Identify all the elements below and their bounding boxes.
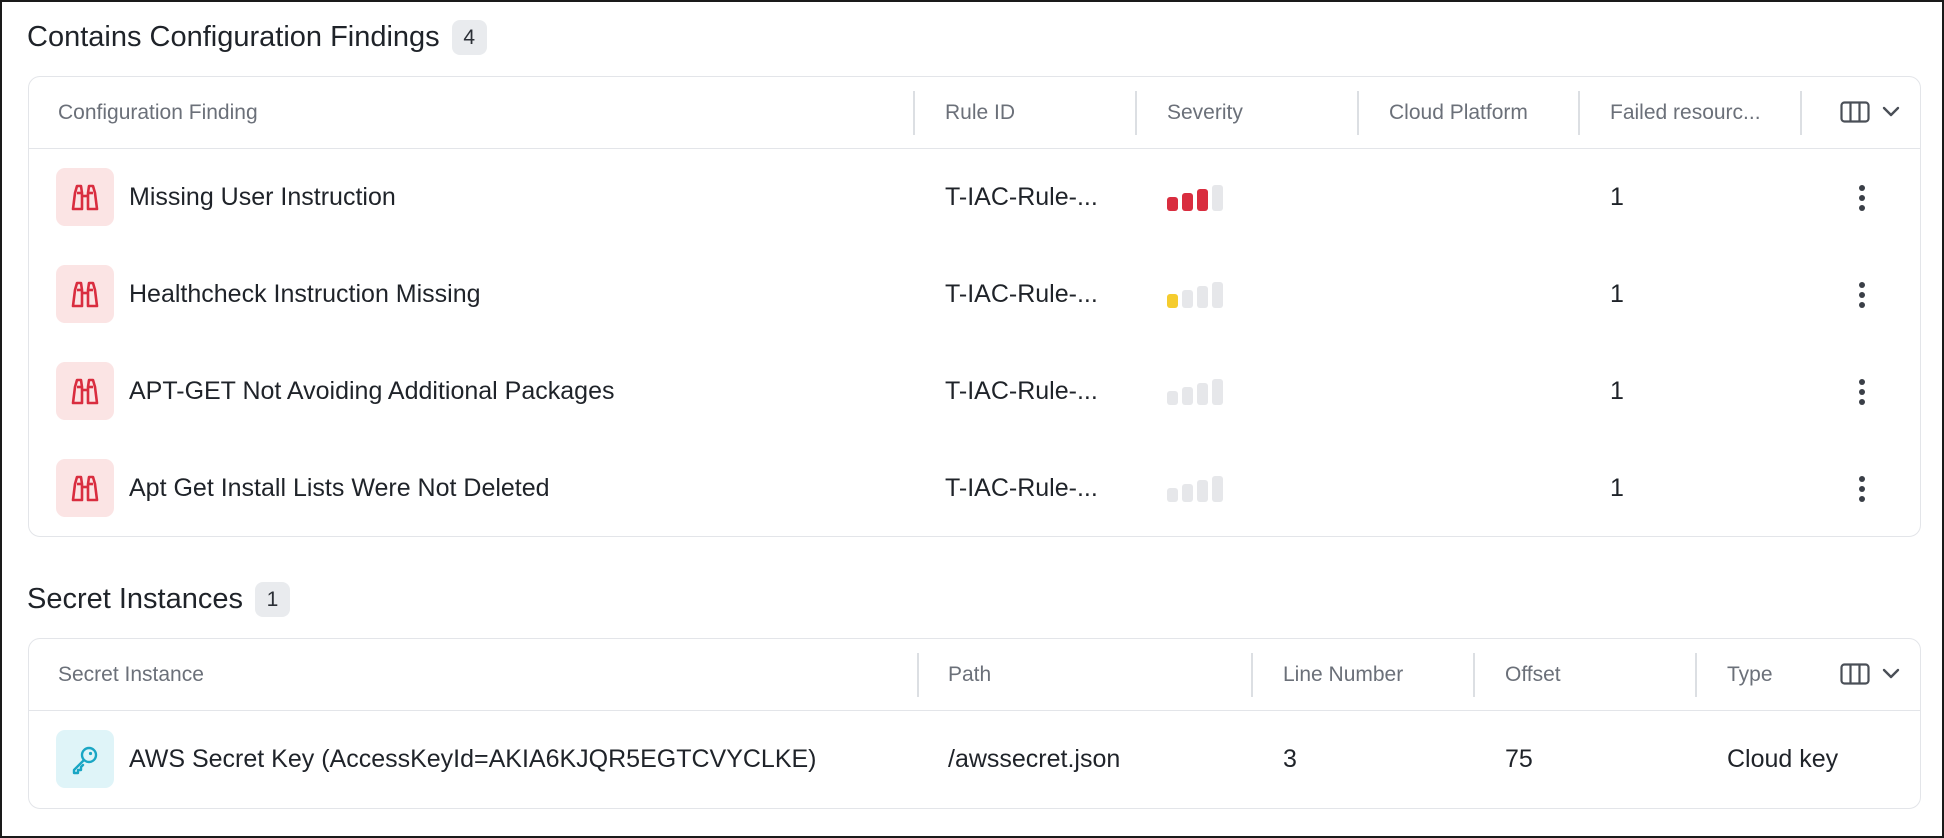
table-row[interactable]: AWS Secret Key (AccessKeyId=AKIA6KJQR5EG… — [29, 711, 1920, 808]
secret-instances-heading: Secret Instances 1 — [27, 582, 290, 617]
severity-bar — [1212, 281, 1223, 308]
severity-bar — [1197, 382, 1208, 405]
secret-table-header: Secret Instance Path Line Number Offset … — [29, 639, 1920, 711]
config-findings-title: Contains Configuration Findings — [27, 21, 440, 53]
config-findings-heading: Contains Configuration Findings 4 — [27, 20, 487, 55]
failed-resources-count: 1 — [1610, 377, 1624, 405]
severity-bar — [1182, 483, 1193, 502]
row-actions-button[interactable] — [1859, 343, 1865, 440]
table-row[interactable]: Missing User Instruction T-IAC-Rule-... 1 — [29, 149, 1920, 246]
column-resize-handle[interactable] — [1473, 653, 1475, 697]
column-picker-button[interactable] — [1840, 663, 1900, 685]
finding-type-icon — [56, 362, 114, 420]
config-findings-table: Configuration Finding Rule ID Severity C… — [28, 76, 1921, 537]
column-header-configuration-finding[interactable]: Configuration Finding — [58, 77, 258, 149]
columns-icon — [1840, 663, 1870, 685]
secret-instances-count-badge: 1 — [255, 582, 290, 617]
rule-id: T-IAC-Rule-... — [945, 474, 1098, 502]
severity-bar — [1167, 390, 1178, 405]
binoculars-icon — [68, 376, 102, 406]
secret-name[interactable]: AWS Secret Key (AccessKeyId=AKIA6KJQR5EG… — [129, 711, 817, 808]
secret-instances-table: Secret Instance Path Line Number Offset … — [28, 638, 1921, 809]
key-icon — [69, 743, 101, 775]
failed-resources-count: 1 — [1610, 280, 1624, 308]
binoculars-icon — [68, 279, 102, 309]
columns-icon — [1840, 101, 1870, 123]
chevron-down-icon — [1882, 106, 1900, 117]
column-picker-button[interactable] — [1840, 101, 1900, 123]
secret-type-icon — [56, 730, 114, 788]
secret-table-body: AWS Secret Key (AccessKeyId=AKIA6KJQR5EG… — [29, 711, 1920, 808]
column-resize-handle[interactable] — [1251, 653, 1253, 697]
column-resize-handle[interactable] — [1800, 91, 1802, 135]
table-row[interactable]: Apt Get Install Lists Were Not Deleted T-… — [29, 440, 1920, 536]
severity-indicator — [1167, 149, 1223, 246]
column-resize-handle[interactable] — [917, 653, 919, 697]
more-vertical-icon — [1859, 475, 1865, 502]
severity-bar — [1197, 285, 1208, 308]
secret-path: /awssecret.json — [948, 745, 1121, 773]
severity-indicator — [1167, 246, 1223, 343]
column-header-path[interactable]: Path — [948, 639, 991, 711]
column-header-failed-resources[interactable]: Failed resourc... — [1610, 77, 1761, 149]
finding-type-icon — [56, 168, 114, 226]
more-vertical-icon — [1859, 184, 1865, 211]
finding-type-icon — [56, 265, 114, 323]
binoculars-icon — [68, 182, 102, 212]
severity-bar — [1167, 196, 1178, 211]
secret-type: Cloud key — [1727, 745, 1839, 773]
column-resize-handle[interactable] — [1135, 91, 1137, 135]
column-header-type[interactable]: Type — [1727, 639, 1773, 711]
column-header-secret-instance[interactable]: Secret Instance — [58, 639, 204, 711]
column-resize-handle[interactable] — [1357, 91, 1359, 135]
table-row[interactable]: Healthcheck Instruction Missing T-IAC-Rul… — [29, 246, 1920, 343]
severity-indicator — [1167, 440, 1223, 536]
binoculars-icon — [68, 473, 102, 503]
finding-name[interactable]: Apt Get Install Lists Were Not Deleted — [129, 440, 550, 536]
column-resize-handle[interactable] — [913, 91, 915, 135]
chevron-down-icon — [1882, 668, 1900, 679]
severity-bar — [1212, 184, 1223, 211]
column-resize-handle[interactable] — [1695, 653, 1697, 697]
rule-id: T-IAC-Rule-... — [945, 377, 1098, 405]
table-row[interactable]: APT-GET Not Avoiding Additional Packages… — [29, 343, 1920, 440]
severity-bar — [1182, 289, 1193, 308]
severity-bar — [1182, 386, 1193, 405]
rule-id: T-IAC-Rule-... — [945, 280, 1098, 308]
column-header-offset[interactable]: Offset — [1505, 639, 1561, 711]
severity-bar — [1197, 188, 1208, 211]
severity-bar — [1197, 479, 1208, 502]
row-actions-button[interactable] — [1859, 149, 1865, 246]
offset: 75 — [1505, 745, 1533, 773]
more-vertical-icon — [1859, 281, 1865, 308]
severity-bar — [1167, 487, 1178, 502]
column-header-severity[interactable]: Severity — [1167, 77, 1243, 149]
config-table-header: Configuration Finding Rule ID Severity C… — [29, 77, 1920, 149]
row-actions-button[interactable] — [1859, 246, 1865, 343]
line-number: 3 — [1283, 745, 1297, 773]
finding-name[interactable]: Missing User Instruction — [129, 149, 396, 246]
page-frame: Contains Configuration Findings 4 Config… — [0, 0, 1944, 838]
finding-name[interactable]: Healthcheck Instruction Missing — [129, 246, 481, 343]
severity-indicator — [1167, 343, 1223, 440]
failed-resources-count: 1 — [1610, 183, 1624, 211]
column-header-cloud-platform[interactable]: Cloud Platform — [1389, 77, 1528, 149]
column-header-line-number[interactable]: Line Number — [1283, 639, 1403, 711]
severity-bar — [1212, 475, 1223, 502]
rule-id: T-IAC-Rule-... — [945, 183, 1098, 211]
row-actions-button[interactable] — [1859, 440, 1865, 536]
config-table-body: Missing User Instruction T-IAC-Rule-... 1 H… — [29, 149, 1920, 536]
failed-resources-count: 1 — [1610, 474, 1624, 502]
severity-bar — [1182, 192, 1193, 211]
more-vertical-icon — [1859, 378, 1865, 405]
finding-name[interactable]: APT-GET Not Avoiding Additional Packages — [129, 343, 614, 440]
severity-bar — [1167, 293, 1178, 308]
finding-type-icon — [56, 459, 114, 517]
column-resize-handle[interactable] — [1578, 91, 1580, 135]
secret-instances-title: Secret Instances — [27, 583, 243, 615]
config-findings-count-badge: 4 — [451, 20, 487, 55]
column-header-rule-id[interactable]: Rule ID — [945, 77, 1015, 149]
severity-bar — [1212, 378, 1223, 405]
